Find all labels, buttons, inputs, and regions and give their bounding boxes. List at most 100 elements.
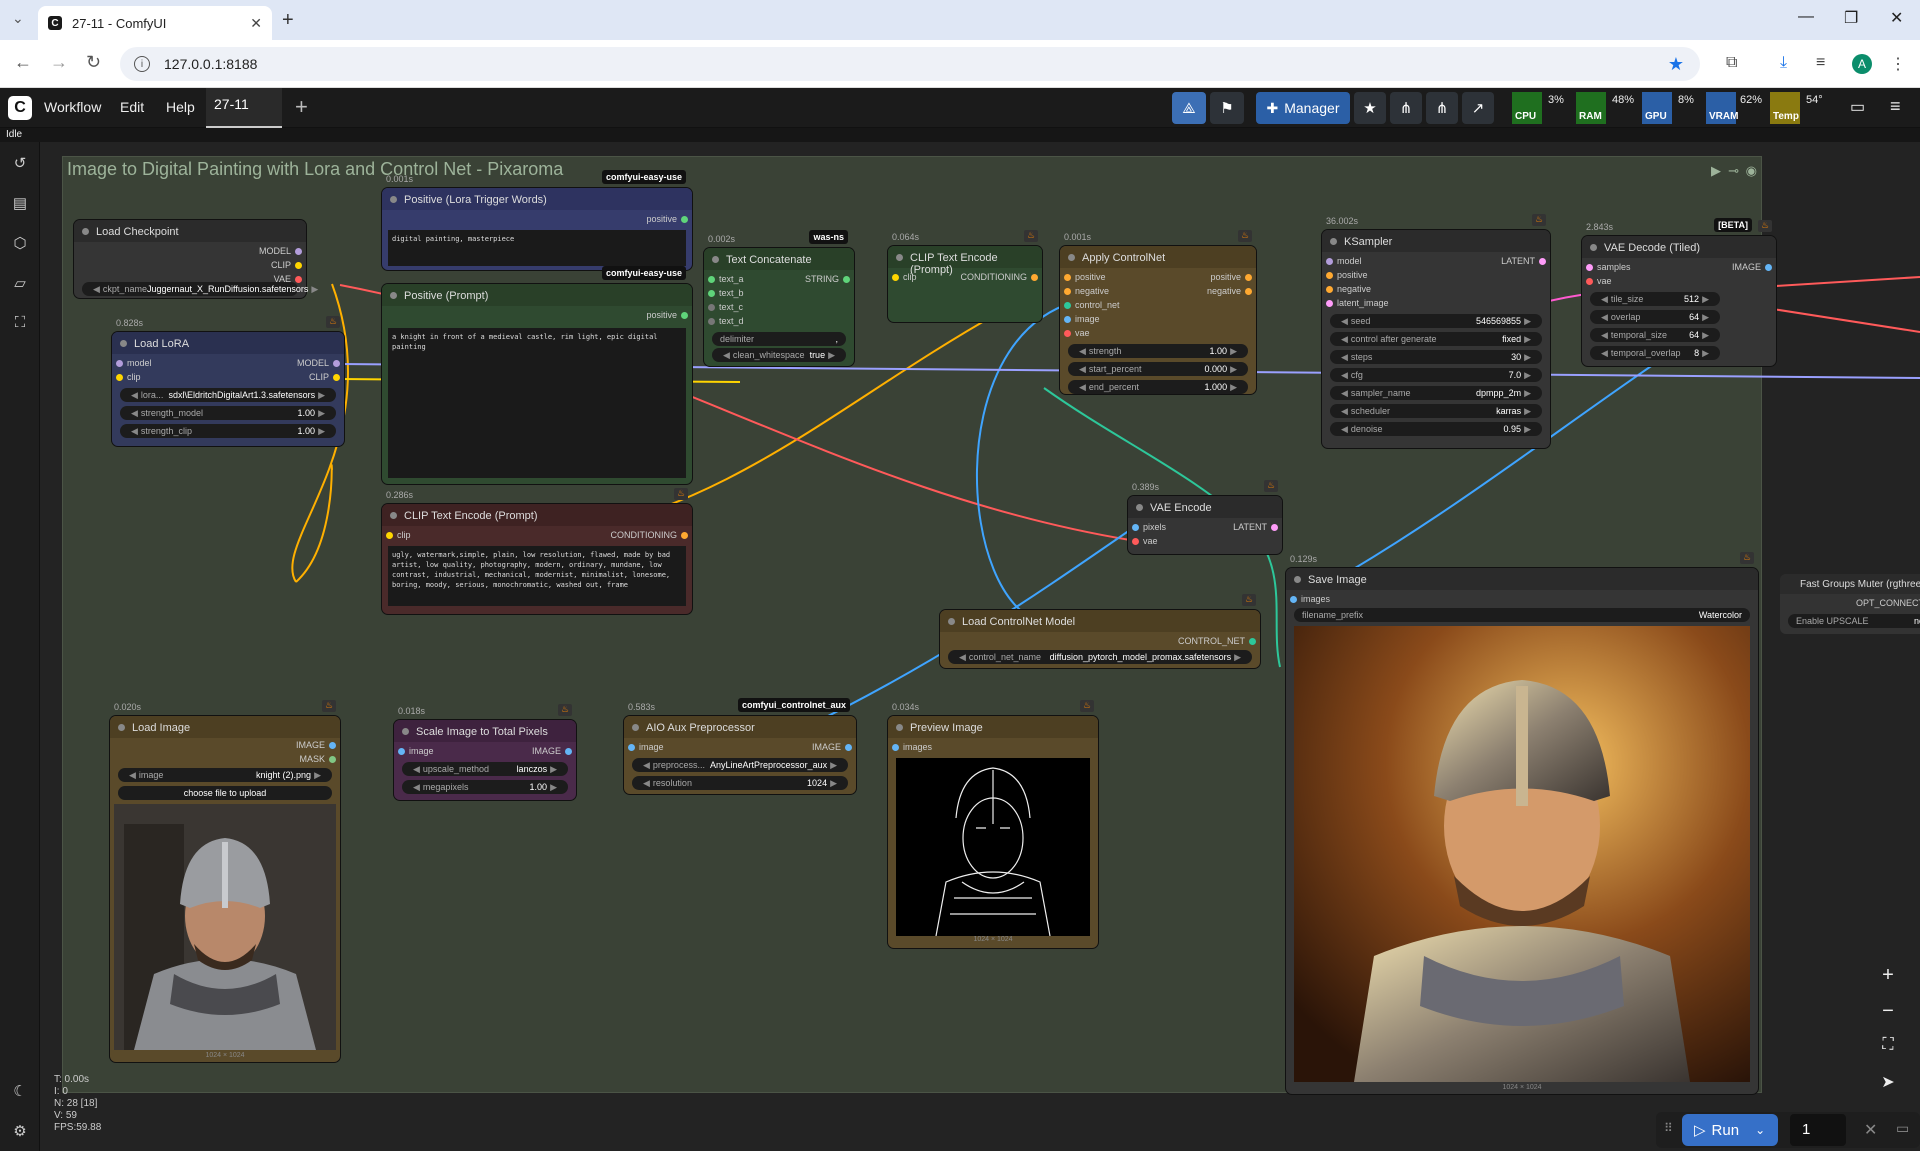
run-dropdown-icon[interactable]: ⌄: [1755, 1123, 1765, 1137]
panel-toggle-icon[interactable]: ▭: [1850, 97, 1865, 117]
temporal-size-widget[interactable]: ◀ temporal_size 64 ▶: [1590, 328, 1720, 342]
out-conditioning[interactable]: CONDITIONING: [611, 530, 693, 540]
menu-help[interactable]: Help: [166, 99, 195, 115]
group-bypass-icon[interactable]: ⊸: [1728, 163, 1739, 179]
delimiter-widget[interactable]: delimiter,: [712, 332, 846, 346]
extensions-icon[interactable]: ⧉: [1726, 54, 1737, 72]
steps-widget[interactable]: ◀ steps 30 ▶: [1330, 350, 1542, 364]
out-control-net[interactable]: CONTROL_NET: [1178, 636, 1260, 646]
site-info-icon[interactable]: i: [134, 56, 150, 72]
negative-prompt-textarea[interactable]: ugly, watermark,simple, plain, low resol…: [388, 546, 686, 606]
node-scale-image[interactable]: 0.018s ♨ Scale Image to Total Pixels ima…: [394, 704, 576, 800]
in-latent-image[interactable]: latent_image: [1322, 298, 1389, 308]
drag-handle-icon[interactable]: ⠿: [1664, 1121, 1673, 1135]
node-vae-decode-tiled[interactable]: 2.843s [BETA] ♨ VAE Decode (Tiled) sampl…: [1582, 218, 1776, 366]
node-preview-image[interactable]: 0.034s ♨ Preview Image images 1024 × 102…: [888, 700, 1098, 948]
node-ksampler[interactable]: 36.002s ♨ KSampler model positive negati…: [1322, 214, 1550, 448]
forward-icon[interactable]: →: [50, 52, 68, 73]
queue-icon[interactable]: ▤: [10, 194, 30, 214]
lora-name-widget[interactable]: ◀ lora... sdxl\EldritchDigitalArt1.3.safet…: [120, 388, 336, 402]
control-after-generate-widget[interactable]: ◀ control after generate fixed ▶: [1330, 332, 1542, 346]
clean-whitespace-widget[interactable]: ◀ clean_whitespace true ▶: [712, 348, 846, 362]
model-icon[interactable]: ⋔: [1390, 92, 1422, 124]
workflows-icon[interactable]: ⛶: [10, 314, 30, 334]
node-load-checkpoint[interactable]: Load Checkpoint MODEL CLIP VAE ◀ ckpt_nam…: [74, 220, 318, 298]
node-text-concatenate[interactable]: 0.002s was-ns Text Concatenate text_a te…: [704, 230, 854, 366]
out-model[interactable]: MODEL: [297, 358, 344, 368]
group-play-icon[interactable]: ▶: [1711, 163, 1721, 179]
node-clip-text-positive[interactable]: 0.064s ♨ CLIP Text Encode (Prompt) clip …: [888, 230, 1042, 322]
sampler-name-widget[interactable]: ◀ sampler_name dpmpp_2m ▶: [1330, 386, 1542, 400]
denoise-widget[interactable]: ◀ denoise 0.95 ▶: [1330, 422, 1542, 436]
bookmark-star-icon[interactable]: ★: [1668, 54, 1684, 75]
in-image[interactable]: image: [394, 746, 434, 756]
theme-icon[interactable]: ☾: [10, 1082, 30, 1102]
in-text-a[interactable]: text_a: [704, 274, 744, 284]
comfyui-logo-icon[interactable]: C: [8, 96, 32, 120]
in-model[interactable]: model: [112, 358, 152, 368]
address-bar[interactable]: i 127.0.0.1:8188 ★: [120, 47, 1700, 81]
in-text-b[interactable]: text_b: [704, 288, 744, 298]
node-clip-text-negative[interactable]: 0.286s ♨ CLIP Text Encode (Prompt) clip …: [382, 488, 693, 614]
out-image[interactable]: IMAGE: [532, 746, 576, 756]
control-net-name-widget[interactable]: ◀ control_net_name diffusion_pytorch_model…: [948, 650, 1252, 664]
in-vae[interactable]: vae: [1128, 536, 1158, 546]
upload-button[interactable]: choose file to upload: [118, 786, 332, 800]
in-images[interactable]: images: [1286, 594, 1330, 604]
out-clip[interactable]: CLIP: [271, 260, 306, 270]
chrome-menu-icon[interactable]: ⋮: [1890, 54, 1906, 74]
out-string[interactable]: STRING: [805, 274, 854, 284]
new-workflow-icon[interactable]: +: [295, 94, 308, 120]
model-library-icon[interactable]: ▱: [10, 274, 30, 294]
star-icon[interactable]: ★: [1354, 92, 1386, 124]
node-save-image[interactable]: 0.129s ♨ Save Image images filename_pref…: [1286, 552, 1758, 1094]
tab-search-icon[interactable]: ⌄: [12, 10, 24, 27]
comfy-triangle-icon[interactable]: ⟁: [1172, 92, 1206, 124]
out-opt-connection[interactable]: OPT_CONNECTION: [1856, 598, 1920, 608]
in-control-net[interactable]: control_net: [1060, 300, 1120, 310]
window-close-icon[interactable]: ✕: [1890, 8, 1903, 28]
restore-icon[interactable]: ❐: [1844, 8, 1858, 28]
in-images[interactable]: images: [888, 742, 932, 752]
in-image[interactable]: image: [624, 742, 664, 752]
temporal-overlap-widget[interactable]: ◀ temporal_overlap 8 ▶: [1590, 346, 1720, 360]
in-clip[interactable]: clip: [888, 272, 917, 282]
in-samples[interactable]: samples: [1582, 262, 1631, 272]
in-vae[interactable]: vae: [1060, 328, 1090, 338]
strength-widget[interactable]: ◀ strength 1.00 ▶: [1068, 344, 1248, 358]
node-library-icon[interactable]: ⬡: [10, 234, 30, 254]
in-positive[interactable]: positive: [1060, 272, 1106, 282]
queue-panel-icon[interactable]: ▭: [1896, 1120, 1909, 1137]
out-mask[interactable]: MASK: [299, 754, 340, 764]
download-icon[interactable]: ⤓: [1780, 54, 1787, 72]
out-negative[interactable]: negative: [1207, 286, 1256, 296]
in-vae[interactable]: vae: [1582, 276, 1612, 286]
strength-model-widget[interactable]: ◀ strength_model 1.00 ▶: [120, 406, 336, 420]
resolution-widget[interactable]: ◀ resolution 1024 ▶: [632, 776, 848, 790]
out-image[interactable]: IMAGE: [1732, 262, 1776, 272]
hamburger-menu-icon[interactable]: ≡: [1890, 96, 1901, 117]
node-positive-lora[interactable]: 0.001s comfyui-easy-use Positive (Lora T…: [382, 170, 692, 270]
node-aio-preprocessor[interactable]: 0.583s comfyui_controlnet_aux AIO Aux Pr…: [624, 698, 856, 794]
cancel-icon[interactable]: ✕: [1864, 1120, 1877, 1140]
upscale-method-widget[interactable]: ◀ upscale_method lanczos ▶: [402, 762, 568, 776]
megapixels-widget[interactable]: ◀ megapixels 1.00 ▶: [402, 780, 568, 794]
zoom-out-icon[interactable]: −: [1874, 1000, 1902, 1028]
in-text-c[interactable]: text_c: [704, 302, 743, 312]
minimize-icon[interactable]: —: [1798, 8, 1814, 26]
out-positive[interactable]: positive: [646, 310, 692, 320]
node-fast-groups-muter[interactable]: Fast Groups Muter (rgthree) OPT_CONNECTI…: [1780, 574, 1920, 634]
out-positive[interactable]: positive: [1210, 272, 1256, 282]
out-latent[interactable]: LATENT: [1501, 256, 1550, 266]
in-clip[interactable]: clip: [112, 372, 141, 382]
cfg-widget[interactable]: ◀ cfg 7.0 ▶: [1330, 368, 1542, 382]
reload-icon[interactable]: ↻: [86, 52, 101, 73]
out-clip[interactable]: CLIP: [309, 372, 344, 382]
node-apply-controlnet[interactable]: 0.001s ♨ Apply ControlNet positive negat…: [1060, 230, 1256, 394]
menu-edit[interactable]: Edit: [120, 99, 144, 115]
browser-tab[interactable]: C 27-11 - ComfyUI ✕: [38, 6, 272, 40]
start-percent-widget[interactable]: ◀ start_percent 0.000 ▶: [1068, 362, 1248, 376]
prompt-textarea[interactable]: a knight in front of a medieval castle, …: [388, 328, 686, 478]
share-icon[interactable]: ↗: [1462, 92, 1494, 124]
in-pixels[interactable]: pixels: [1128, 522, 1166, 532]
